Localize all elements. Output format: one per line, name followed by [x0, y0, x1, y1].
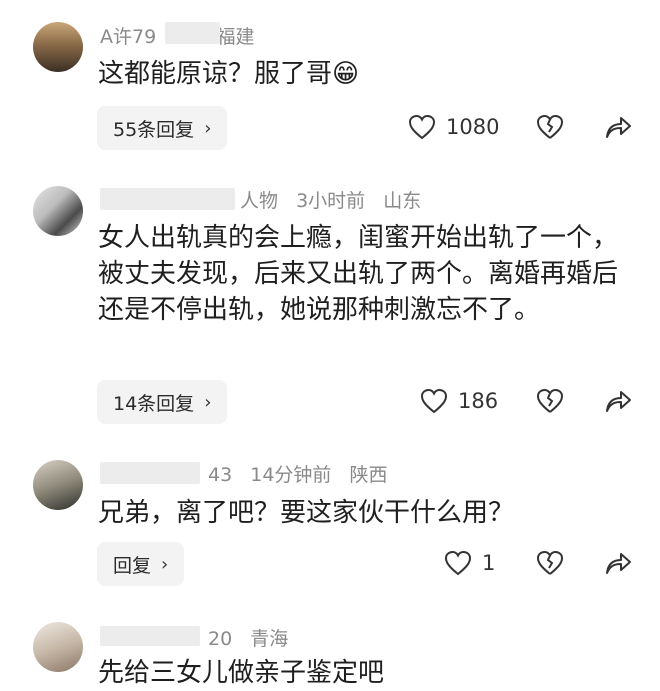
- dislike-button[interactable]: [536, 550, 564, 580]
- reply-count-label: 14条回复: [113, 392, 195, 415]
- redaction: [100, 626, 200, 646]
- share-arrow-icon: [606, 117, 631, 138]
- view-replies-button[interactable]: 14条回复 ›: [97, 380, 228, 424]
- username[interactable]: A许79: [100, 26, 156, 48]
- timestamp: 14分钟前: [250, 464, 332, 486]
- location: 山东: [383, 190, 422, 212]
- broken-heart-icon: [536, 388, 564, 413]
- comment-text: 先给三女儿做亲子鉴定吧: [98, 658, 385, 688]
- like-button[interactable]: 1080: [408, 114, 499, 140]
- comment-text: 这都能原谅？服了哥😁: [98, 59, 360, 89]
- chevron-right-icon: ›: [204, 117, 212, 139]
- comment-meta: 43 14分钟前 陕西: [208, 460, 399, 487]
- comment-actions: 1080: [400, 106, 640, 150]
- share-button[interactable]: [604, 550, 632, 580]
- like-button[interactable]: 1: [444, 550, 495, 576]
- username-suffix: 43: [208, 464, 233, 486]
- redaction: [100, 462, 200, 484]
- like-button[interactable]: 186: [420, 388, 498, 414]
- username-suffix: 20: [208, 628, 233, 650]
- location: 福建: [216, 26, 255, 48]
- heart-outline-icon: [444, 550, 472, 576]
- redaction: [100, 188, 235, 210]
- heart-outline-icon: [420, 388, 448, 414]
- reply-button[interactable]: 回复 ›: [97, 542, 185, 586]
- view-replies-button[interactable]: 55条回复 ›: [97, 106, 228, 150]
- timestamp: 3小时前: [296, 190, 366, 212]
- reply-count-label: 55条回复: [113, 118, 195, 141]
- share-button[interactable]: [604, 388, 632, 418]
- redaction: [165, 22, 220, 44]
- comment-actions: 1: [400, 542, 640, 586]
- share-button[interactable]: [604, 114, 632, 144]
- like-count: 1: [482, 551, 496, 575]
- broken-heart-icon: [536, 550, 564, 575]
- username-suffix: 人物: [240, 190, 279, 212]
- location: 陕西: [349, 464, 388, 486]
- avatar[interactable]: [33, 22, 83, 72]
- comment-item: A许79 20 福建 这都能原谅？服了哥😁 55条回复 › 1080: [0, 0, 660, 170]
- comment-meta: 人物 3小时前 山东: [240, 186, 433, 213]
- chevron-right-icon: ›: [161, 553, 169, 575]
- chevron-right-icon: ›: [204, 391, 212, 413]
- like-count: 186: [458, 389, 499, 413]
- avatar[interactable]: [33, 186, 83, 236]
- comment-meta: 20 青海: [208, 624, 300, 651]
- comment-actions: 186: [400, 380, 640, 424]
- broken-heart-icon: [536, 114, 564, 139]
- location: 青海: [250, 628, 289, 650]
- share-arrow-icon: [606, 391, 631, 412]
- like-count: 1080: [446, 115, 500, 139]
- dislike-button[interactable]: [536, 388, 564, 418]
- comment-text: 兄弟，离了吧？要这家伙干什么用？: [98, 498, 515, 528]
- avatar[interactable]: [33, 622, 83, 672]
- share-arrow-icon: [606, 553, 631, 574]
- heart-outline-icon: [408, 114, 436, 140]
- dislike-button[interactable]: [536, 114, 564, 144]
- avatar[interactable]: [33, 460, 83, 510]
- reply-label: 回复: [113, 554, 152, 577]
- comment-text: 女人出轨真的会上瘾，闺蜜开始出轨了一个，被丈夫发现，后来又出轨了两个。离婚再婚后…: [98, 223, 619, 325]
